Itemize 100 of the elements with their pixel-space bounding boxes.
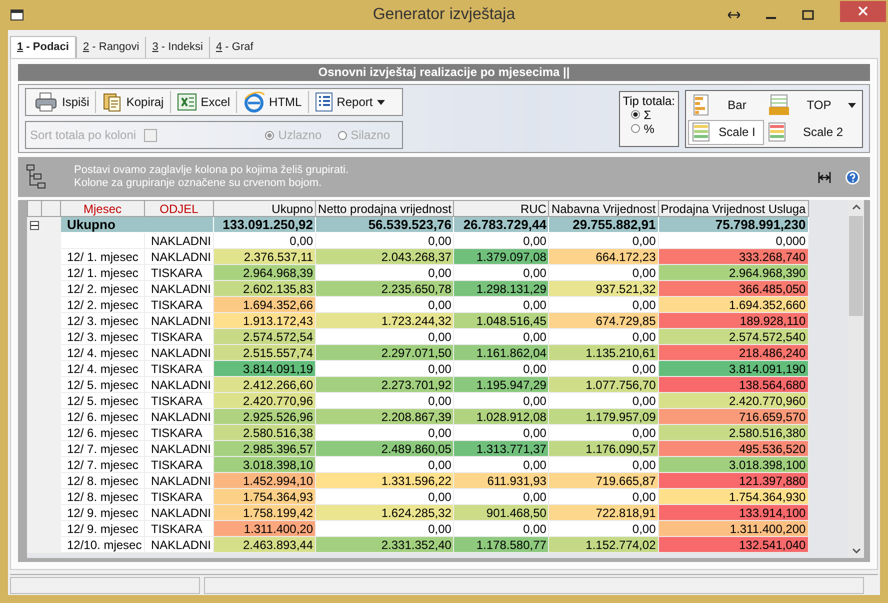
table-cell: 901.468,50 xyxy=(454,504,549,520)
table-cell: 12/ 6. mjesec xyxy=(60,424,144,440)
table-cell: NAKLADNI xyxy=(144,248,214,264)
column-header[interactable]: Prodajna Vrijednost Usluga xyxy=(658,200,808,216)
table-cell: 138.564,680 xyxy=(658,376,808,392)
column-header[interactable]: Nabavna Vrijednost xyxy=(548,200,658,216)
table-cell: 12/ 5. mjesec xyxy=(60,376,144,392)
table-cell: TISKARA xyxy=(144,520,214,536)
total-type-radio[interactable]: Σ xyxy=(630,108,667,122)
table-cell: 2.964.968,39 xyxy=(214,264,316,280)
scroll-up-icon[interactable] xyxy=(852,204,860,210)
view-button[interactable]: TOP xyxy=(764,92,860,118)
table-cell: 0,00 xyxy=(316,488,454,504)
column-header[interactable]: Netto prodajna vrijednost xyxy=(316,200,454,216)
table-cell: 1.028.912,08 xyxy=(454,408,549,424)
table-cell: 0,00 xyxy=(548,264,658,280)
table-cell: 611.931,93 xyxy=(454,472,549,488)
table-cell: 0,00 xyxy=(454,232,549,248)
close-button[interactable] xyxy=(840,0,886,22)
total-cell: 29.755.882,91 xyxy=(548,216,658,232)
toolbar-button[interactable]: HTML xyxy=(237,91,309,113)
total-cell: 26.783.729,44 xyxy=(454,216,549,232)
clipboard-icon xyxy=(102,92,122,112)
report-title-bar: Osnovni izvještaj realizacije po mjesecima || xyxy=(18,64,870,81)
table-cell: TISKARA xyxy=(144,488,214,504)
printer-icon xyxy=(34,92,58,112)
table-cell: 2.964.968,390 xyxy=(658,264,808,280)
table-cell: 2.331.352,40 xyxy=(316,536,454,552)
table-cell: 0,00 xyxy=(316,232,454,248)
table-cell: 1.913.172,43 xyxy=(214,312,316,328)
table-cell: 333.268,740 xyxy=(658,248,808,264)
table-cell: 0,00 xyxy=(548,424,658,440)
column-header[interactable]: ODJEL xyxy=(144,200,214,216)
view-button[interactable]: Scale I xyxy=(688,120,764,144)
collapse-icon[interactable] xyxy=(30,220,39,230)
table-cell: 1.723.244,32 xyxy=(316,312,454,328)
total-type-radio[interactable]: % xyxy=(630,122,667,136)
table-cell: 2.412.266,60 xyxy=(214,376,316,392)
help-icon[interactable] xyxy=(845,170,860,184)
toolbar-button[interactable]: Report xyxy=(308,91,391,113)
table-cell: 1.311.400,200 xyxy=(658,520,808,536)
table-cell: 12/ 7. mjesec xyxy=(60,440,144,456)
table-cell: 189.928,110 xyxy=(658,312,808,328)
tab[interactable]: 1 - Podaci xyxy=(10,36,76,58)
table-cell: 1.754.364,93 xyxy=(214,488,316,504)
table-cell: 12/ 3. mjesec xyxy=(60,328,144,344)
table-cell: 2.489.860,05 xyxy=(316,440,454,456)
table-cell: 3.018.398,10 xyxy=(214,456,316,472)
table-cell: 12/10. mjesec xyxy=(60,536,144,552)
toolbar-button[interactable]: Ispiši xyxy=(28,91,96,113)
table-cell: 0,00 xyxy=(454,456,549,472)
table-cell: 1.758.199,42 xyxy=(214,504,316,520)
column-header[interactable]: RUC xyxy=(454,200,549,216)
view-button[interactable]: Scale 2 xyxy=(764,120,860,144)
table-cell: 1.331.596,22 xyxy=(316,472,454,488)
close-icon xyxy=(858,6,868,16)
toolbar-button[interactable]: Kopiraj xyxy=(96,91,171,113)
table-cell: 12/ 1. mjesec xyxy=(60,264,144,280)
table-cell: 1.135.210,61 xyxy=(548,344,658,360)
table-cell: 1.048.516,45 xyxy=(454,312,549,328)
table-cell: 12/ 8. mjesec xyxy=(60,488,144,504)
table-cell: NAKLADNI xyxy=(144,408,214,424)
scroll-down-icon[interactable] xyxy=(852,548,860,554)
scrollbar[interactable] xyxy=(848,200,864,558)
table-cell: 1.176.090,57 xyxy=(548,440,658,456)
table-cell: 2.043.268,37 xyxy=(316,248,454,264)
table-cell: 2.515.557,74 xyxy=(214,344,316,360)
table-cell: 937.521,32 xyxy=(548,280,658,296)
scrollbar-thumb[interactable] xyxy=(849,216,863,316)
table-cell: 12/ 7. mjesec xyxy=(60,456,144,472)
table-cell: 366.485,050 xyxy=(658,280,808,296)
table-cell: 12/ 3. mjesec xyxy=(60,312,144,328)
table-cell: NAKLADNI xyxy=(144,232,214,248)
resize-arrows-icon[interactable] xyxy=(728,11,740,19)
table-cell: 3.814.091,19 xyxy=(214,360,316,376)
table-cell: NAKLADNI xyxy=(144,344,214,360)
table-cell: 0,00 xyxy=(548,520,658,536)
table-cell: 0,00 xyxy=(548,232,658,248)
table-cell: 0,00 xyxy=(316,264,454,280)
table-cell: NAKLADNI xyxy=(144,536,214,552)
column-header[interactable]: Ukupno xyxy=(214,200,316,216)
table-cell: 2.420.770,960 xyxy=(658,392,808,408)
table-cell: 1.313.771,37 xyxy=(454,440,549,456)
table-cell: 0,00 xyxy=(548,328,658,344)
table-cell: 1.694.352,66 xyxy=(214,296,316,312)
toolbar-button[interactable]: Excel xyxy=(170,91,238,113)
table-cell: 0,00 xyxy=(454,328,549,344)
table-cell: NAKLADNI xyxy=(144,376,214,392)
table-cell: NAKLADNI xyxy=(144,440,214,456)
maximize-icon[interactable] xyxy=(802,10,814,20)
total-cell: 56.539.523,76 xyxy=(316,216,454,232)
table-cell: 218.486,240 xyxy=(658,344,808,360)
view-button[interactable]: Bar xyxy=(688,92,764,118)
table-cell: 0,00 xyxy=(454,296,549,312)
fit-width-icon[interactable] xyxy=(818,172,831,182)
table-cell: 1.754.364,930 xyxy=(658,488,808,504)
app-icon xyxy=(10,9,24,21)
table-cell: 0,00 xyxy=(316,328,454,344)
column-header[interactable]: Mjesec xyxy=(60,200,144,216)
top-table-icon xyxy=(768,94,790,116)
